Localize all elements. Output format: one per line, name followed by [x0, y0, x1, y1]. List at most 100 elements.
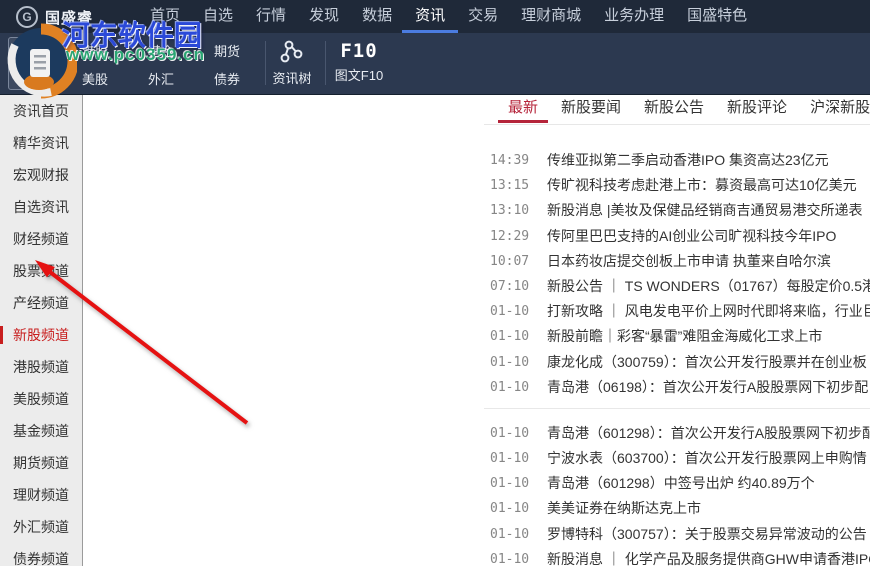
news-list: 14:39 传维亚拟第二季启动香港IPO 集资高达23亿元 13:15 传旷视科… — [484, 125, 870, 566]
news-row[interactable]: 14:39 传维亚拟第二季启动香港IPO 集资高达23亿元 — [484, 148, 870, 173]
market-shortcut-column: 港股 美股 — [62, 36, 128, 92]
news-row[interactable]: 10:07 日本药妆店提交创板上市申请 执董来自哈尔滨 — [484, 249, 870, 274]
app-logo-text: 国盛睿 — [45, 9, 94, 27]
app-logo: G 国盛睿 — [16, 6, 93, 28]
sidebar-channel-item[interactable]: 自选资讯 — [0, 191, 82, 223]
sidebar-channel-item[interactable]: 精华资讯 — [0, 127, 82, 159]
sidebar-channel-item[interactable]: 财经频道 — [0, 223, 82, 255]
news-title: 传维亚拟第二季启动香港IPO 集资高达23亿元 — [547, 152, 829, 168]
toolbar-divider — [325, 41, 326, 85]
sidebar-channel-item[interactable]: 基金频道 — [0, 415, 82, 447]
main-menu-item[interactable]: 数据 — [362, 0, 392, 33]
main-menu-item[interactable]: 首页 — [150, 0, 180, 33]
news-title: 青岛港（06198）：首次公开发行A股股票网下初步配 — [547, 378, 869, 395]
news-row[interactable]: 01-10 罗博特科（300757）：关于股票交易异常波动的公告 — [484, 522, 870, 547]
main-menu-item[interactable]: 行情 — [256, 0, 286, 33]
f10-icon: F10 — [340, 40, 378, 62]
news-title: 新股消息 ｜ 化学产品及服务提供商GHW申请香港IPO — [547, 550, 870, 566]
news-row[interactable]: 01-10 美美证券在纳斯达克上市 — [484, 496, 870, 521]
main-menu: 首页 自选 行情 发现 数据 资讯 交易 理财商城 业务办理 国盛特色 — [150, 0, 747, 33]
news-title: 康龙化成（300759）：首次公开发行股票并在创业板 — [547, 353, 867, 370]
app-logo-icon: G — [16, 6, 38, 28]
news-time: 01-10 — [490, 501, 530, 517]
news-row[interactable]: 01-10 新股消息 ｜ 化学产品及服务提供商GHW申请香港IPO — [484, 547, 870, 566]
f10-label: 图文F10 — [334, 68, 384, 83]
news-module-button[interactable]: 资讯 — [8, 37, 62, 90]
market-shortcut-bottom[interactable]: 美股 — [62, 69, 128, 88]
news-time: 13:15 — [490, 178, 530, 194]
main-menu-item[interactable]: 发现 — [309, 0, 339, 33]
sidebar-channel-item[interactable]: 宏观财报 — [0, 159, 82, 191]
news-time: 14:39 — [490, 153, 530, 168]
f10-button[interactable]: F10 图文F10 — [328, 37, 390, 84]
sidebar-channel-item[interactable]: 产经频道 — [0, 287, 82, 319]
market-shortcut-bottom[interactable]: 外汇 — [128, 69, 194, 88]
news-time: 12:29 — [490, 228, 530, 244]
market-shortcut-top[interactable]: 港股 — [62, 41, 128, 60]
news-title: 新股公告 ｜ TS WONDERS（01767）每股定价0.5港元 — [547, 277, 870, 294]
news-time: 01-10 — [490, 379, 530, 395]
market-shortcut-column: 期货 债券 — [194, 36, 260, 92]
sidebar-channel-item[interactable]: 外汇频道 — [0, 511, 82, 543]
sidebar-channel-item[interactable]: 港股频道 — [0, 351, 82, 383]
sidebar-channel-item[interactable]: 资讯首页 — [0, 95, 82, 127]
news-tab[interactable]: 沪深新股 — [800, 95, 870, 123]
sidebar-channel-item[interactable]: 新股频道 — [0, 319, 82, 351]
sidebar-channel-list: 资讯首页 精华资讯 宏观财报 自选资讯 财经频道 股票频道 产经频道 新股频道 港股频道 美股频道… — [0, 95, 83, 566]
market-shortcut-top[interactable]: 基金 — [128, 41, 194, 60]
main-menu-item[interactable]: 国盛特色 — [687, 0, 747, 33]
news-title: 日本药妆店提交创板上市申请 执董来自哈尔滨 — [547, 252, 831, 269]
sidebar-channel-item[interactable]: 股票频道 — [0, 255, 82, 287]
news-time: 07:10 — [490, 278, 530, 294]
news-tab[interactable]: 新股评论 — [717, 95, 797, 123]
share-network-icon — [280, 40, 303, 63]
news-time: 01-10 — [490, 304, 530, 320]
market-shortcut-column: 基金 外汇 — [128, 36, 194, 92]
market-shortcut-columns: 港股 美股 基金 外汇 期货 债券 — [62, 36, 260, 92]
main-menu-item[interactable]: 业务办理 — [604, 0, 664, 33]
sidebar-channel-item[interactable]: 债券频道 — [0, 543, 82, 566]
news-row[interactable]: 13:10 新股消息 |美妆及保健品经销商吉通贸易港交所递表 — [484, 198, 870, 223]
sidebar-channel-item[interactable]: 美股频道 — [0, 383, 82, 415]
news-row[interactable]: 01-10 宁波水表（603700）：首次公开发行股票网上申购情 — [484, 446, 870, 471]
news-time: 01-10 — [490, 329, 530, 345]
news-row[interactable]: 01-10 康龙化成（300759）：首次公开发行股票并在创业板 — [484, 350, 870, 375]
main-menu-item[interactable]: 交易 — [468, 0, 498, 33]
news-row[interactable]: 01-10 青岛港（601298）中签号出炉 约40.89万个 — [484, 471, 870, 496]
news-row[interactable]: 12:29 传阿里巴巴支持的AI创业公司旷视科技今年IPO — [484, 224, 870, 249]
news-time: 01-10 — [490, 425, 530, 441]
news-tab[interactable]: 最新 — [498, 95, 549, 123]
news-time: 10:07 — [490, 253, 530, 269]
news-title: 青岛港（601298）中签号出炉 约40.89万个 — [547, 475, 815, 492]
news-title: 新股前瞻｜彩客“暴雷”难阻金海威化工求上市 — [547, 328, 823, 345]
news-row[interactable]: 01-10 打新攻略 ｜ 风电发电平价上网时代即将来临，行业巨 — [484, 299, 870, 324]
news-group-divider — [484, 407, 870, 409]
main-menu-item[interactable]: 资讯 — [402, 0, 459, 33]
news-module-label: 资讯 — [21, 70, 48, 85]
news-time: 01-10 — [490, 526, 530, 542]
news-title: 青岛港（601298）：首次公开发行A股股票网下初步配 — [547, 424, 870, 441]
news-time: 13:10 — [490, 203, 530, 219]
news-time: 01-10 — [490, 451, 530, 467]
news-group-recent: 14:39 传维亚拟第二季启动香港IPO 集资高达23亿元 13:15 传旷视科… — [484, 148, 870, 400]
news-row[interactable]: 01-10 新股前瞻｜彩客“暴雷”难阻金海威化工求上市 — [484, 324, 870, 349]
toolbar: 资讯 港股 美股 基金 外汇 期货 债券 资讯树 F10 图文F10 — [0, 33, 870, 95]
main-menu-item[interactable]: 自选 — [203, 0, 233, 33]
app-window: G 国盛睿 首页 自选 行情 发现 数据 资讯 交易 理财商城 业务办理 国盛特色 资讯 港股 美… — [0, 0, 870, 566]
news-row[interactable]: 13:15 传旷视科技考虑赴港上市：募资最高可达10亿美元 — [484, 173, 870, 198]
news-row[interactable]: 07:10 新股公告 ｜ TS WONDERS（01767）每股定价0.5港元 — [484, 274, 870, 299]
news-row[interactable]: 01-10 青岛港（601298）：首次公开发行A股股票网下初步配 — [484, 421, 870, 446]
news-row[interactable]: 01-10 青岛港（06198）：首次公开发行A股股票网下初步配 — [484, 375, 870, 400]
news-tab[interactable]: 新股要闻 — [551, 95, 631, 123]
news-title: 打新攻略 ｜ 风电发电平价上网时代即将来临，行业巨 — [547, 303, 870, 320]
main-menu-item[interactable]: 理财商城 — [521, 0, 581, 33]
market-shortcut-top[interactable]: 期货 — [194, 41, 260, 60]
news-tree-label: 资讯树 — [272, 71, 312, 86]
news-tree-button[interactable]: 资讯树 — [264, 37, 320, 87]
sidebar-channel-item[interactable]: 期货频道 — [0, 447, 82, 479]
news-time: 01-10 — [490, 354, 530, 370]
news-title: 美美证券在纳斯达克上市 — [547, 500, 701, 517]
sidebar-channel-item[interactable]: 理财频道 — [0, 479, 82, 511]
news-tab[interactable]: 新股公告 — [634, 95, 714, 123]
market-shortcut-bottom[interactable]: 债券 — [194, 69, 260, 88]
